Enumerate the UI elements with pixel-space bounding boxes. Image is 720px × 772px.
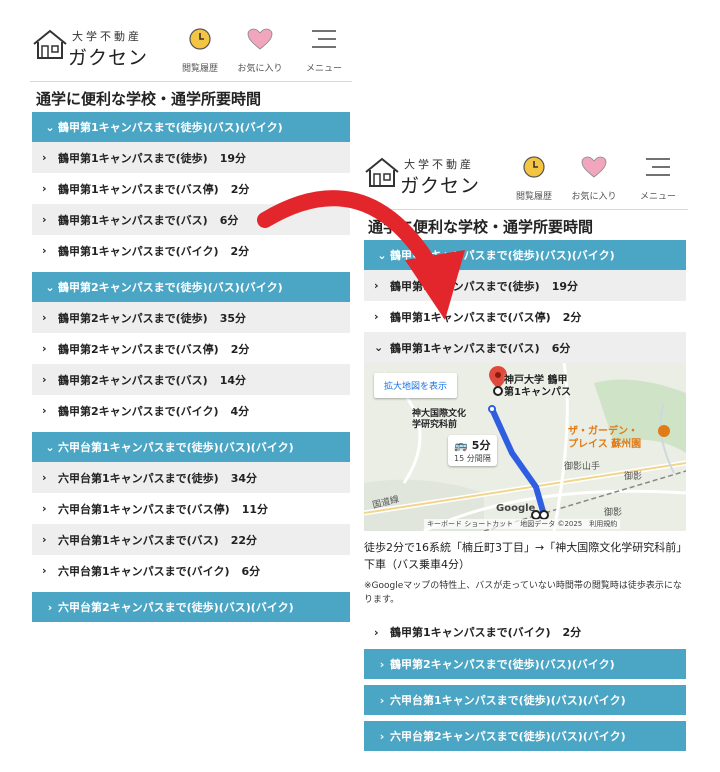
list-item[interactable]: › 六甲台第1キャンパスまで(バス停) 11分 [32, 493, 350, 524]
route-map[interactable]: 拡大地図を表示 神戸大学 鶴甲 第1キャンパス 神大国際文化 学研究科前 🚌 5… [364, 363, 686, 531]
expand-map-button[interactable]: 拡大地図を表示 [374, 373, 458, 398]
chevron-right-icon: › [374, 625, 379, 639]
list-item[interactable]: › 六甲台第1キャンパスまで(バス) 22分 [32, 524, 350, 555]
history-button[interactable]: 閲覧履歴 [168, 26, 232, 74]
chevron-right-icon: › [42, 213, 47, 226]
category-header[interactable]: ⌄ 六甲台第1キャンパスまで(徒歩)(バス)(バイク) [32, 432, 350, 462]
heart-icon [228, 26, 292, 52]
app-header: 大学不動産 ガクセン 閲覧履歴 お気に入り メニュー [30, 18, 352, 82]
chevron-right-icon: › [42, 244, 47, 257]
chevron-down-icon: ⌄ [45, 280, 55, 294]
chevron-right-icon: › [42, 373, 47, 386]
chevron-right-icon: › [42, 311, 47, 324]
map-footer[interactable]: キーボード ショートカット 地図データ ©2025 利用規約 [424, 519, 621, 529]
chevron-right-icon: › [42, 564, 47, 577]
bus-time-badge: 🚌 5分 15 分間隔 [448, 435, 497, 466]
route-note: ※Googleマップの特性上、バスが走っていない時間帯の閲覧時は徒歩表示になりま… [364, 581, 682, 605]
chevron-down-icon: ⌄ [45, 120, 55, 134]
destination-label: 神戸大学 鶴甲 第1キャンパス [504, 375, 571, 398]
chevron-right-icon: › [42, 151, 47, 164]
chevron-right-icon: › [42, 533, 47, 546]
menu-button[interactable]: メニュー [292, 26, 356, 74]
chevron-right-icon: › [47, 600, 53, 614]
poi-label: ザ・ガーデン・ プレイス 蘇州園 [568, 426, 642, 450]
route-description: 徒歩2分で16系統「楠丘町3丁目」→「神大国際文化学研究科前」下車（バス乗車4分… [364, 541, 682, 571]
favorites-button[interactable]: お気に入り [562, 154, 626, 202]
chevron-right-icon: › [42, 182, 47, 195]
google-logo: Google [496, 503, 536, 514]
red-curved-arrow-icon [257, 190, 465, 320]
category-header[interactable]: › 六甲台第2キャンパスまで(徒歩)(バス)(バイク) [32, 592, 350, 622]
heart-icon [562, 154, 626, 180]
list-item[interactable]: › 鶴甲第1キャンパスまで(徒歩) 19分 [32, 142, 350, 173]
chevron-right-icon: › [42, 342, 47, 355]
clock-icon [168, 26, 232, 52]
house-logo-icon [33, 29, 67, 59]
bus-stop-label: 神大国際文化 学研究科前 [412, 409, 467, 430]
menu-label: メニュー [639, 192, 676, 202]
category-header[interactable]: › 六甲台第2キャンパスまで(徒歩)(バス)(バイク) [364, 721, 686, 751]
chevron-right-icon: › [42, 404, 47, 417]
chevron-right-icon: › [42, 502, 47, 515]
favorites-label: お気に入り [237, 64, 283, 74]
category-header[interactable]: › 六甲台第1キャンパスまで(徒歩)(バス)(バイク) [364, 685, 686, 715]
favorites-button[interactable]: お気に入り [228, 26, 292, 74]
category-header[interactable]: › 鶴甲第2キャンパスまで(徒歩)(バス)(バイク) [364, 649, 686, 679]
hamburger-icon [626, 154, 690, 180]
list-item[interactable]: › 六甲台第1キャンパスまで(徒歩) 34分 [32, 462, 350, 493]
place-label: 御影 [604, 508, 623, 518]
place-label: 御影 [624, 472, 643, 482]
chevron-right-icon: › [379, 693, 385, 707]
logo[interactable]: 大学不動産 ガクセン [32, 26, 160, 70]
logo-title: ガクセン [68, 47, 149, 69]
logo-subtitle: 大学不動産 [72, 30, 142, 43]
place-label: 御影山手 [564, 462, 601, 472]
menu-button[interactable]: メニュー [626, 154, 690, 202]
section-title: 通学に便利な学校・通学所要時間 [36, 90, 262, 108]
favorites-label: お気に入り [571, 192, 617, 202]
history-label: 閲覧履歴 [181, 64, 218, 74]
chevron-right-icon: › [379, 729, 385, 743]
chevron-right-icon: › [379, 657, 385, 671]
list-item[interactable]: › 鶴甲第2キャンパスまで(バイク) 4分 [32, 395, 350, 426]
list-item[interactable]: › 六甲台第1キャンパスまで(バイク) 6分 [32, 555, 350, 586]
category-header[interactable]: ⌄ 鶴甲第1キャンパスまで(徒歩)(バス)(バイク) [32, 112, 350, 142]
hamburger-icon [292, 26, 356, 52]
list-item[interactable]: › 鶴甲第1キャンパスまで(バイク) 2分 [364, 615, 686, 649]
chevron-down-icon: ⌄ [45, 440, 55, 454]
bus-icon: 🚌 [454, 439, 472, 452]
chevron-right-icon: › [42, 471, 47, 484]
menu-label: メニュー [305, 64, 342, 74]
